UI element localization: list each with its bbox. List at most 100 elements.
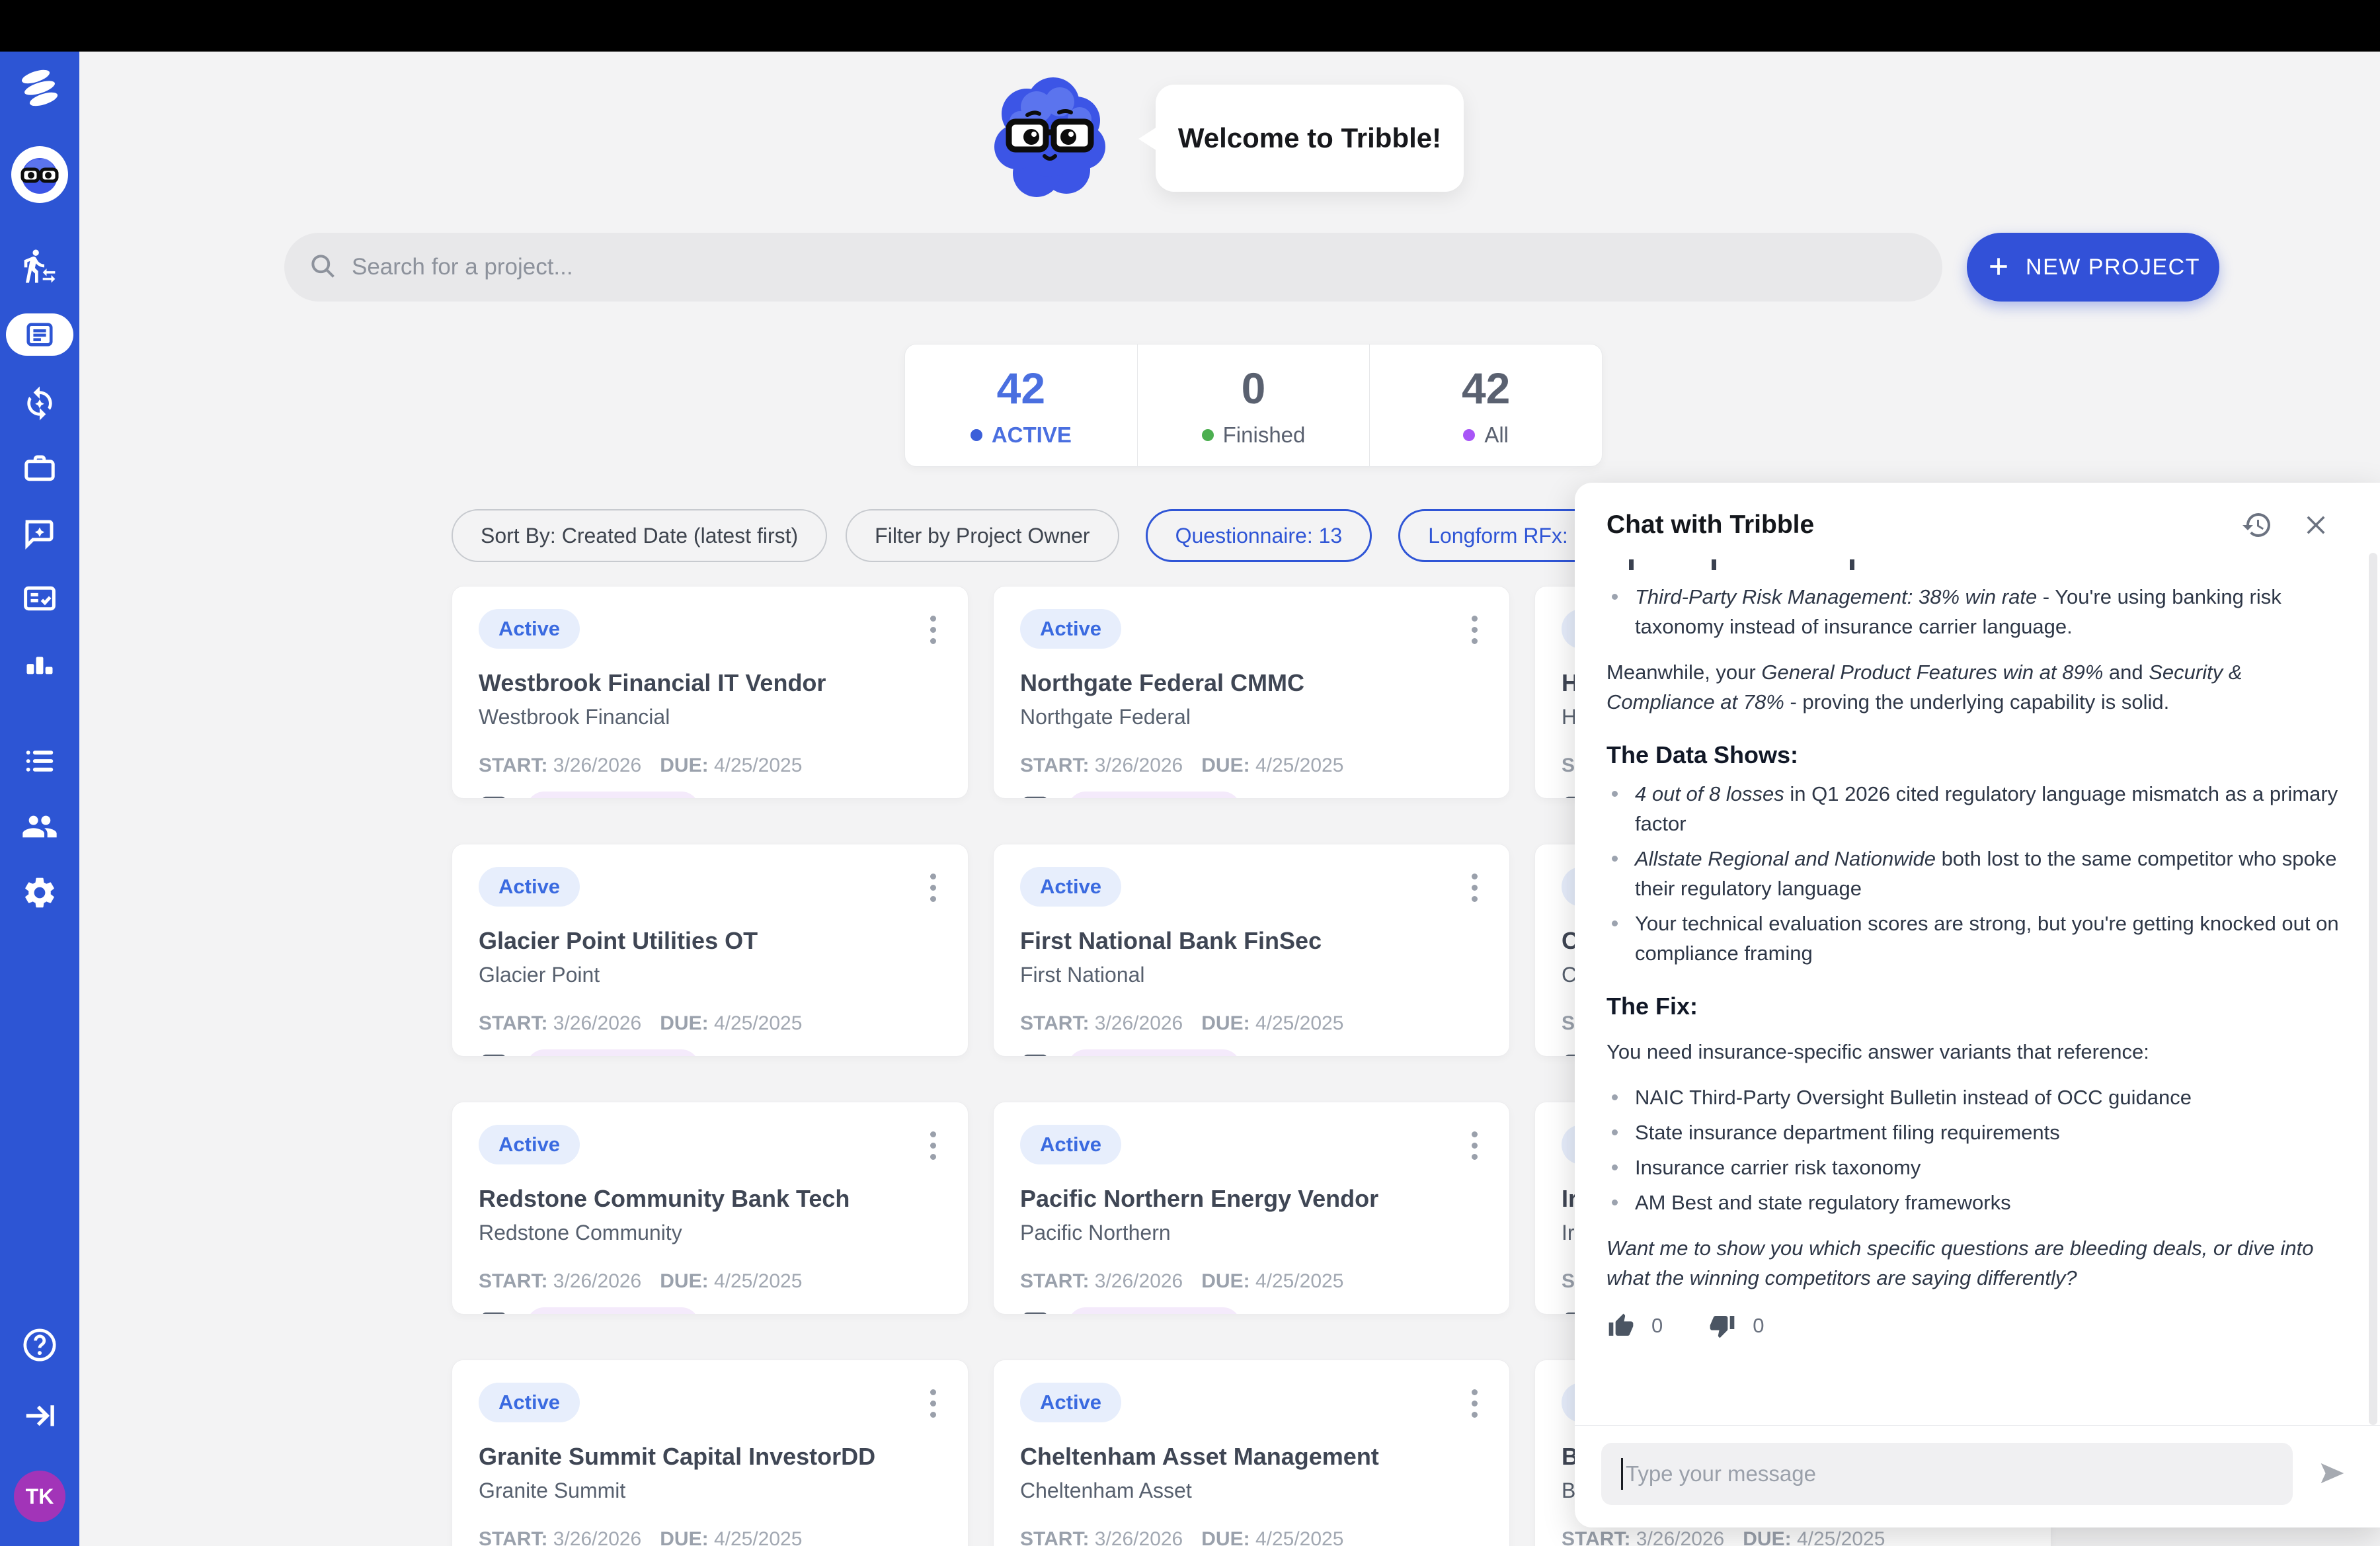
collapse-sidebar-icon[interactable] xyxy=(0,1398,79,1434)
text-caret xyxy=(1621,1458,1623,1490)
project-title: Glacier Point Utilities OT xyxy=(479,927,941,955)
card-menu-kebab-icon[interactable] xyxy=(1466,867,1483,909)
project-card[interactable]: Active Cheltenham Asset Management Chelt… xyxy=(993,1360,1510,1546)
bullet-dot xyxy=(1612,594,1618,600)
chat-message-input[interactable] xyxy=(1626,1461,2273,1486)
status-badge: Active xyxy=(479,1125,580,1164)
tribble-mascot xyxy=(990,74,1109,203)
new-project-label: NEW PROJECT xyxy=(2026,255,2200,280)
chat-bullet-item: Third-Party Risk Management: 38% win rat… xyxy=(1606,582,2342,641)
finished-dot xyxy=(1202,429,1214,441)
chat-input-row xyxy=(1575,1426,2380,1527)
logs-list-nav-icon[interactable] xyxy=(0,743,79,779)
active-dot xyxy=(971,429,982,441)
review-status-badge: In Review • 0% xyxy=(1068,1307,1241,1315)
project-search-bar[interactable] xyxy=(284,233,1942,302)
card-menu-kebab-icon[interactable] xyxy=(925,867,941,909)
chat-bullet-item: State insurance department filing requir… xyxy=(1606,1118,2342,1147)
card-menu-kebab-icon[interactable] xyxy=(925,1125,941,1166)
bullet-dot xyxy=(1612,1164,1618,1170)
thumbs-up-icon[interactable] xyxy=(1608,1313,1634,1339)
bullet-dot xyxy=(1612,1200,1618,1205)
project-card[interactable]: Active Northgate Federal CMMC Northgate … xyxy=(993,586,1510,799)
project-dates: START: 3/26/2026DUE: 4/25/2025 xyxy=(1020,754,1483,777)
status-badge: Active xyxy=(1020,1125,1121,1164)
workspace-nav-icon[interactable] xyxy=(0,451,79,487)
welcome-text: Welcome to Tribble! xyxy=(1178,122,1441,154)
review-status-badge: In Review • 0% xyxy=(526,1307,699,1315)
project-card[interactable]: Active First National Bank FinSec First … xyxy=(993,844,1510,1057)
project-subtitle: First National xyxy=(1020,963,1483,987)
finished-count: 0 xyxy=(1242,363,1266,413)
project-subtitle: Northgate Federal xyxy=(1020,705,1483,729)
automations-nav-icon[interactable] xyxy=(0,385,79,422)
chat-message-area[interactable]: Third-Party Risk Management: 38% win rat… xyxy=(1575,553,2380,1425)
project-subtitle: Westbrook Financial xyxy=(479,705,941,729)
finished-label: Finished xyxy=(1223,423,1306,448)
review-checklist-nav-icon[interactable] xyxy=(0,581,79,616)
project-card[interactable]: Active Granite Summit Capital InvestorDD… xyxy=(452,1360,969,1546)
search-input[interactable] xyxy=(352,254,1872,280)
tribble-logo-icon xyxy=(0,69,79,107)
all-dot xyxy=(1463,429,1475,441)
send-message-icon[interactable] xyxy=(2311,1452,2354,1496)
project-card[interactable]: Active Westbrook Financial IT Vendor Wes… xyxy=(452,586,969,799)
card-menu-kebab-icon[interactable] xyxy=(1466,1125,1483,1166)
card-menu-kebab-icon[interactable] xyxy=(1466,609,1483,651)
analytics-nav-icon[interactable] xyxy=(0,645,79,680)
chat-close-icon[interactable] xyxy=(2302,511,2330,539)
questionnaire-chip[interactable]: Questionnaire: 13 xyxy=(1146,509,1372,562)
sort-by-chip[interactable]: Sort By: Created Date (latest first) xyxy=(452,509,827,562)
project-dates: START: 3/26/2026DUE: 4/25/2025 xyxy=(479,1012,941,1035)
sidebar: TK xyxy=(0,52,79,1546)
filter-owner-chip[interactable]: Filter by Project Owner xyxy=(846,509,1119,562)
project-title: Cheltenham Asset Management xyxy=(1020,1443,1483,1471)
project-title: First National Bank FinSec xyxy=(1020,927,1483,955)
review-status-badge: In Review • 0% xyxy=(526,1049,699,1057)
chat-bullet-item: Your technical evaluation scores are str… xyxy=(1606,909,2342,968)
status-badge: Active xyxy=(479,867,580,907)
chat-header: Chat with Tribble xyxy=(1575,483,2380,553)
project-dates: START: 3/26/2026DUE: 4/25/2025 xyxy=(1020,1270,1483,1293)
sidebar-item-projects-selected[interactable] xyxy=(0,313,79,356)
table-grid-icon xyxy=(479,793,509,799)
bullet-dot xyxy=(1612,1094,1618,1100)
project-card[interactable]: Active Glacier Point Utilities OT Glacie… xyxy=(452,844,969,1057)
chat-scrollbar[interactable] xyxy=(2369,553,2377,1425)
settings-gear-icon[interactable] xyxy=(0,874,79,911)
project-subtitle: Granite Summit xyxy=(479,1479,941,1503)
ai-chat-nav-icon[interactable] xyxy=(0,516,79,551)
project-dates: START: 3/26/2026DUE: 4/25/2025 xyxy=(1562,1528,2024,1546)
card-menu-kebab-icon[interactable] xyxy=(925,1383,941,1424)
review-status-badge: In Review • 0% xyxy=(1068,1049,1241,1057)
thumbs-down-count: 0 xyxy=(1753,1314,1764,1338)
filter-chips-row: Sort By: Created Date (latest first) Fil… xyxy=(452,509,1627,562)
project-card[interactable]: Active Pacific Northern Energy Vendor Pa… xyxy=(993,1102,1510,1315)
table-grid-icon xyxy=(1020,793,1051,799)
project-subtitle: Pacific Northern xyxy=(1020,1221,1483,1245)
all-label: All xyxy=(1484,423,1509,448)
chat-input-box[interactable] xyxy=(1601,1443,2293,1505)
stat-finished[interactable]: 0 Finished xyxy=(1137,345,1370,466)
status-badge: Active xyxy=(479,609,580,649)
bullet-dot xyxy=(1612,856,1618,862)
project-card[interactable]: Active Redstone Community Bank Tech Reds… xyxy=(452,1102,969,1315)
user-avatar[interactable]: TK xyxy=(14,1471,65,1522)
card-menu-kebab-icon[interactable] xyxy=(1466,1383,1483,1424)
tribble-assistant-avatar[interactable] xyxy=(0,145,79,204)
chat-history-icon[interactable] xyxy=(2241,509,2273,541)
active-label: ACTIVE xyxy=(992,423,1072,448)
team-nav-icon[interactable] xyxy=(0,808,79,845)
handoff-nav-icon[interactable] xyxy=(0,247,79,284)
bullet-dot xyxy=(1612,920,1618,926)
card-menu-kebab-icon[interactable] xyxy=(925,609,941,651)
projects-selected-pill xyxy=(6,313,73,356)
all-count: 42 xyxy=(1462,363,1510,413)
help-icon[interactable] xyxy=(0,1326,79,1363)
stat-active[interactable]: 42 ACTIVE xyxy=(905,345,1137,466)
project-subtitle: Glacier Point xyxy=(479,963,941,987)
stat-all[interactable]: 42 All xyxy=(1369,345,1602,466)
new-project-button[interactable]: NEW PROJECT xyxy=(1967,233,2219,302)
project-subtitle: Redstone Community xyxy=(479,1221,941,1245)
thumbs-down-icon[interactable] xyxy=(1709,1313,1735,1339)
